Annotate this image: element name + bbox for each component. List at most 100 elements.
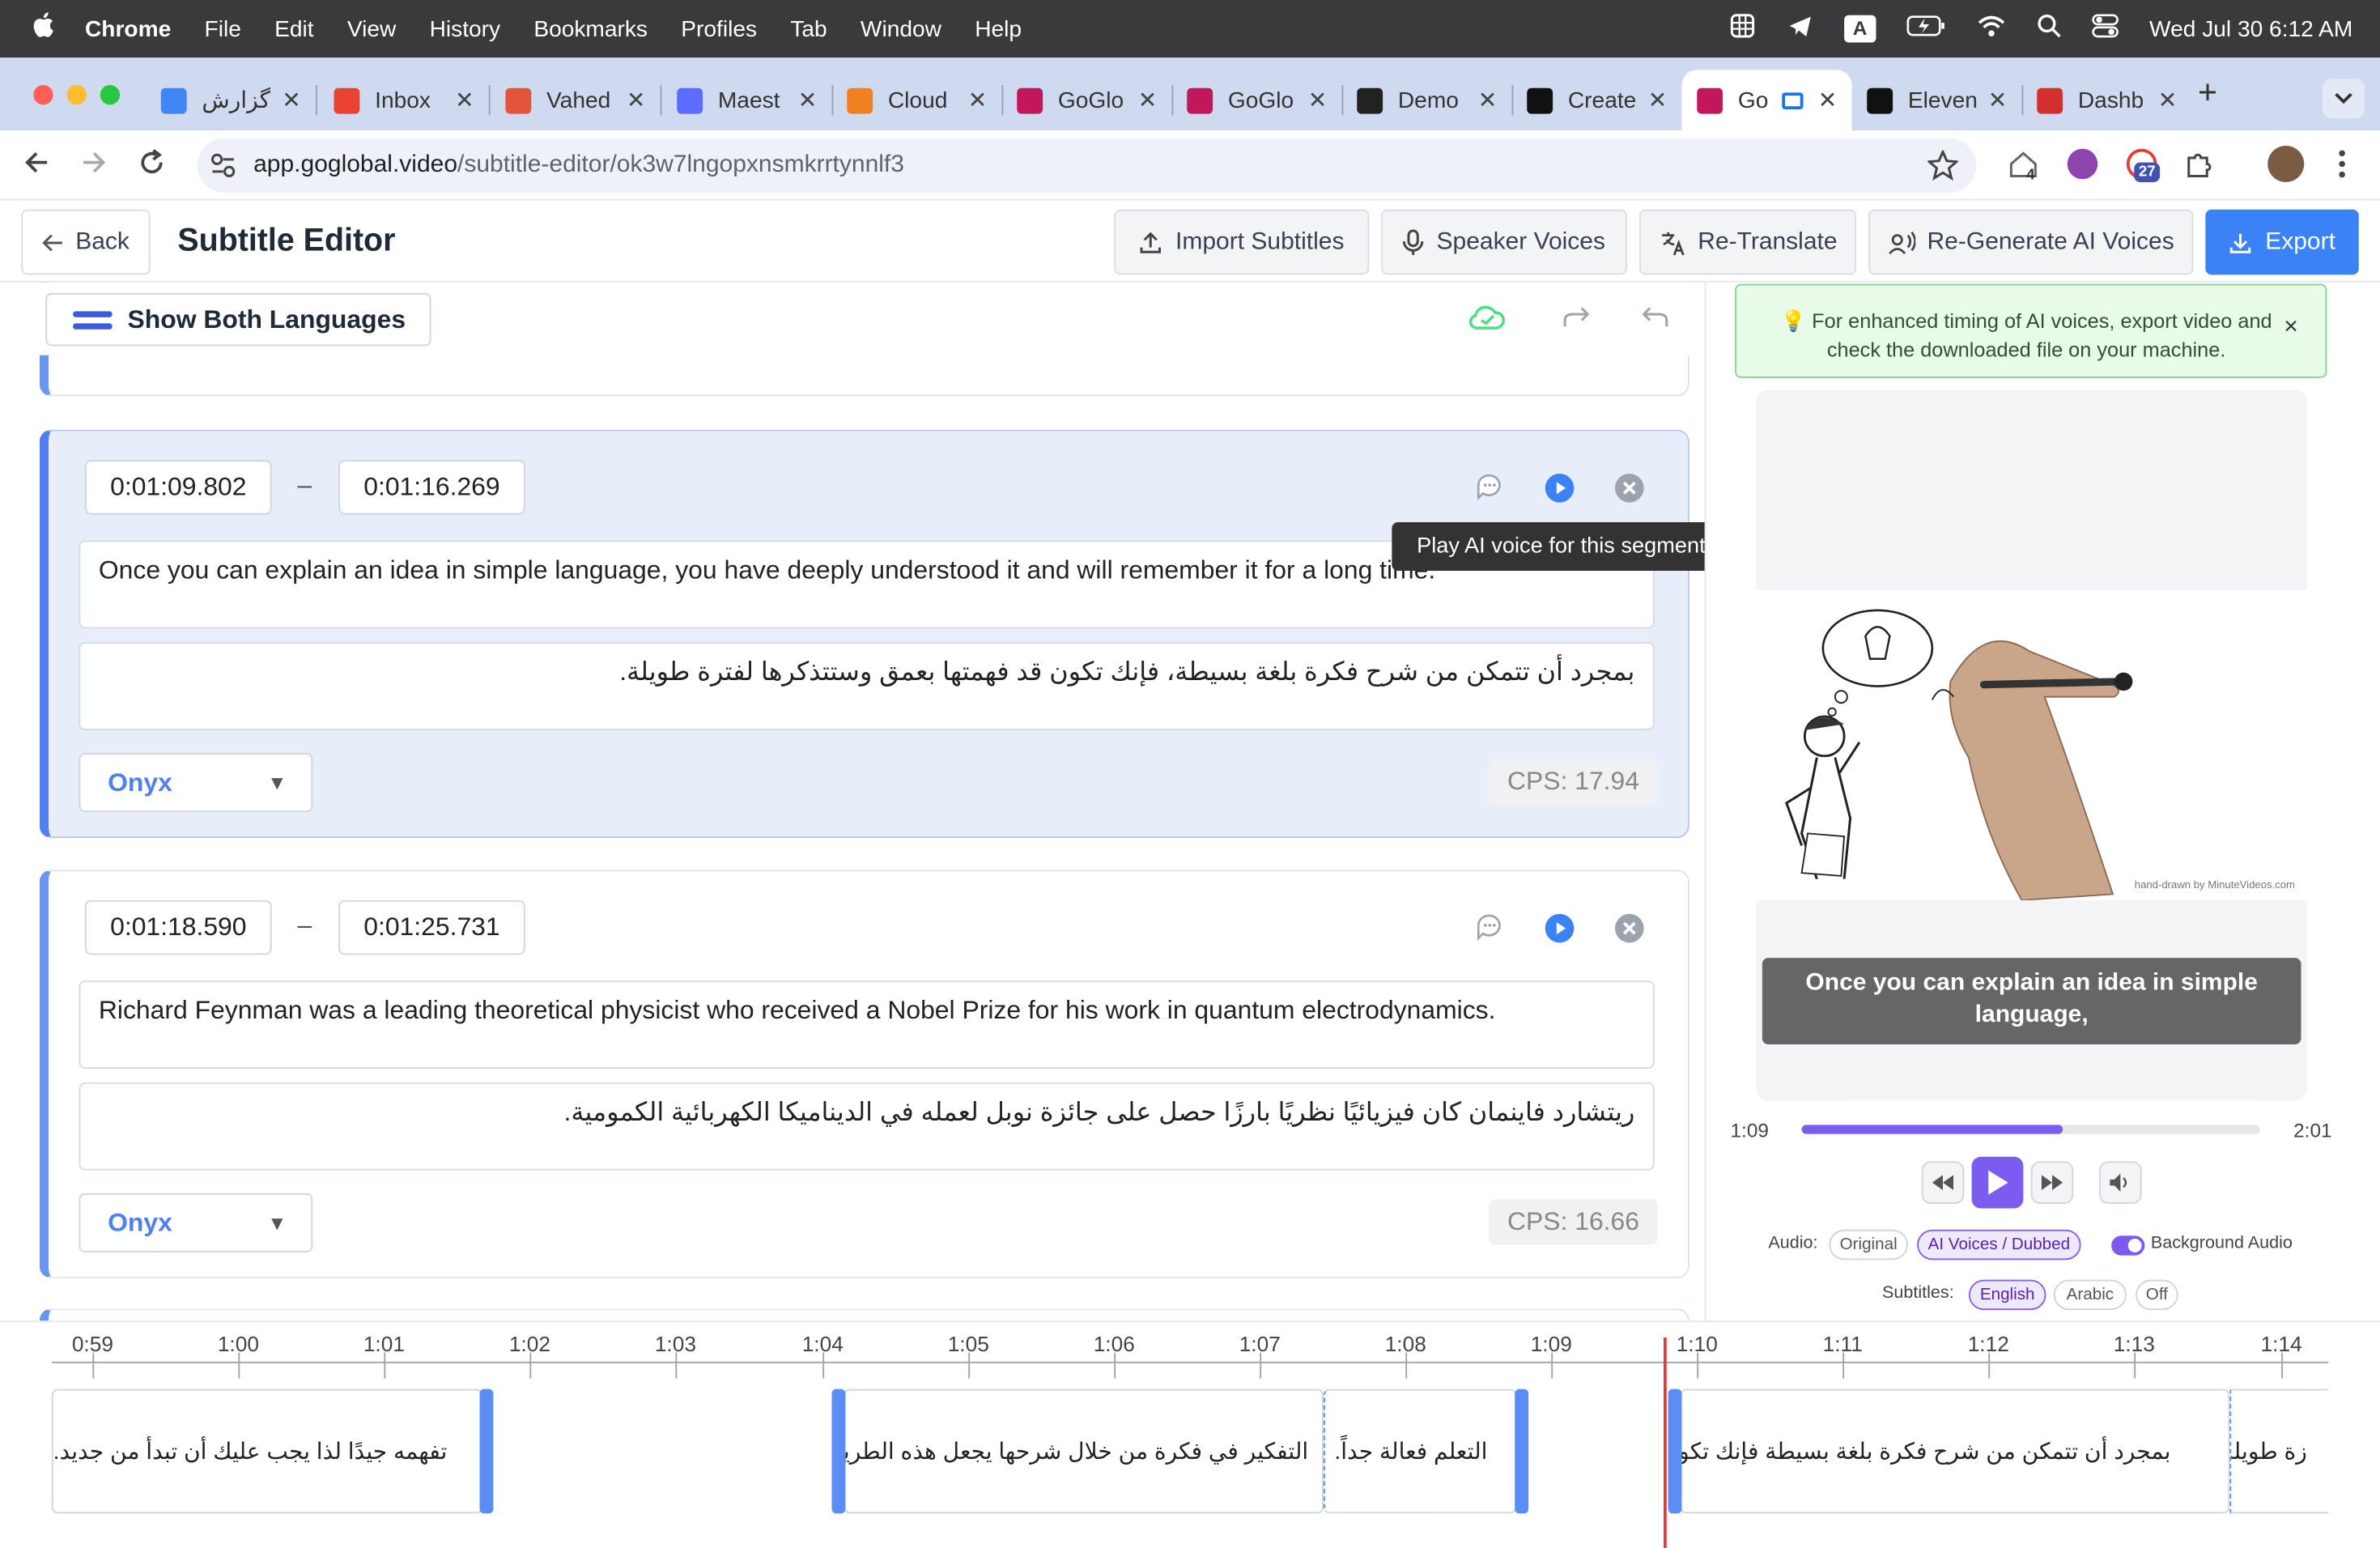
re-translate-button[interactable]: Re-Translate: [1639, 209, 1857, 275]
browser-tab[interactable]: Go ✕: [1681, 70, 1852, 131]
browser-tab[interactable]: Eleven ✕: [1852, 70, 2022, 130]
browser-tab[interactable]: Vahed ✕: [491, 70, 661, 130]
extensions-puzzle-icon[interactable]: [2184, 149, 2215, 187]
tab-close-icon[interactable]: ✕: [1986, 87, 2010, 114]
bookmark-star-icon[interactable]: [1926, 148, 1960, 189]
new-tab-plus-icon[interactable]: +: [2198, 73, 2217, 113]
redo-icon[interactable]: [1563, 307, 1591, 336]
export-button[interactable]: Export: [2205, 209, 2359, 275]
menu-window[interactable]: Window: [861, 16, 941, 42]
segment-start-time-input[interactable]: 0:01:18.590: [85, 899, 272, 955]
timeline-clip[interactable]: التعلم فعالة جداً.: [1324, 1389, 1517, 1514]
apple-menu-icon[interactable]: [31, 11, 58, 47]
menu-history[interactable]: History: [430, 16, 501, 42]
clip-resize-handle[interactable]: [1515, 1389, 1529, 1514]
url-bar[interactable]: app.goglobal.video/subtitle-editor/ok3w7…: [197, 138, 1977, 194]
menu-tab[interactable]: Tab: [790, 16, 827, 42]
menubar-clock[interactable]: Wed Jul 30 6:12 AM: [2149, 16, 2352, 42]
browser-tab[interactable]: Inbox ✕: [319, 70, 489, 130]
regenerate-ai-voices-button[interactable]: Re-Generate AI Voices: [1868, 209, 2194, 275]
video-player[interactable]: hand-drawn by MinuteVideos.com Once you …: [1756, 389, 2307, 1101]
browser-tab[interactable]: Demo ✕: [1342, 70, 1512, 130]
tab-close-icon[interactable]: ✕: [624, 87, 648, 114]
window-minimize-icon[interactable]: [66, 85, 87, 105]
segment-start-time-input[interactable]: 0:01:09.802: [85, 460, 272, 515]
timeline[interactable]: 0:59 1:00 1:01 1:02 1:03 1:04 1:05 1:06 1:07 1:08…: [0, 1320, 2380, 1548]
control-center-icon[interactable]: [2092, 14, 2119, 45]
timeline-clip[interactable]: التفكير في فكرة من خلال شرحها يجعل هذه ا…: [844, 1389, 1324, 1514]
rewind-button[interactable]: [1921, 1161, 1965, 1204]
audio-original-pill[interactable]: Original: [1829, 1229, 1908, 1261]
timeline-clip[interactable]: تفهمه جيدًا لذا يجب عليك أن تبدأ من جديد…: [51, 1389, 483, 1514]
play-segment-voice-icon[interactable]: [1545, 474, 1575, 503]
tab-search-chevron-icon[interactable]: [2322, 79, 2365, 119]
voice-select[interactable]: Onyx ▼: [79, 753, 313, 813]
play-segment-voice-icon[interactable]: [1545, 913, 1575, 943]
browser-tab[interactable]: GoGlo ✕: [1172, 70, 1342, 130]
tab-close-icon[interactable]: ✕: [2156, 87, 2180, 114]
volume-button[interactable]: [2099, 1161, 2142, 1204]
segment-card[interactable]: 0:01:09.802 – 0:01:16.269 Once you can e…: [39, 429, 1689, 838]
voice-select[interactable]: Onyx ▼: [79, 1193, 313, 1252]
profile-avatar[interactable]: [2267, 146, 2305, 182]
background-audio-toggle[interactable]: [2111, 1235, 2145, 1256]
segment-end-time-input[interactable]: 0:01:16.269: [338, 460, 525, 515]
window-zoom-icon[interactable]: [100, 85, 121, 105]
browser-tab[interactable]: Cloud ✕: [832, 70, 1002, 130]
fast-forward-button[interactable]: [2030, 1161, 2074, 1204]
tab-close-icon[interactable]: ✕: [966, 87, 990, 114]
tab-close-icon[interactable]: ✕: [1816, 87, 1840, 114]
menu-file[interactable]: File: [205, 16, 241, 42]
input-source-indicator[interactable]: A: [1843, 15, 1876, 43]
english-text-field[interactable]: Richard Feynman was a leading theoretica…: [79, 980, 1655, 1069]
progress-track[interactable]: [1801, 1125, 2260, 1134]
timeline-clip[interactable]: بمجرد أن تتمكن من شرح فكرة بلغة بسيطة فإ…: [1680, 1389, 2230, 1514]
spotlight-search-icon[interactable]: [2037, 14, 2061, 45]
grid-status-icon[interactable]: [1728, 12, 1756, 45]
tab-close-icon[interactable]: ✕: [1646, 87, 1670, 114]
browser-tab[interactable]: Maest ✕: [662, 70, 832, 130]
delete-segment-icon[interactable]: [1615, 474, 1644, 503]
play-button[interactable]: [1971, 1156, 2024, 1209]
tab-close-icon[interactable]: ✕: [1136, 87, 1160, 114]
close-tip-icon[interactable]: ×: [2284, 313, 2298, 342]
menu-help[interactable]: Help: [975, 16, 1022, 42]
comment-icon[interactable]: [1476, 472, 1505, 508]
wifi-icon[interactable]: [1976, 14, 2007, 45]
tab-close-icon[interactable]: ✕: [1476, 87, 1500, 114]
back-arrow-icon[interactable]: [23, 149, 50, 184]
undo-icon[interactable]: [1641, 307, 1668, 336]
audio-ai-voices-pill[interactable]: AI Voices / Dubbed: [1917, 1229, 2081, 1261]
clip-resize-handle[interactable]: [831, 1389, 846, 1514]
browser-tab[interactable]: Create ✕: [1512, 70, 1682, 130]
clip-resize-handle[interactable]: [479, 1389, 494, 1514]
clip-resize-handle[interactable]: [1668, 1389, 1682, 1514]
arabic-text-field[interactable]: بمجرد أن تتمكن من شرح فكرة بلغة بسيطة، ف…: [79, 642, 1655, 730]
tab-close-icon[interactable]: ✕: [796, 87, 820, 114]
telegram-icon[interactable]: [1786, 12, 1813, 45]
menu-app-chrome[interactable]: Chrome: [85, 16, 171, 42]
tab-close-icon[interactable]: ✕: [279, 87, 304, 114]
subtitle-english-pill[interactable]: English: [1968, 1279, 2046, 1311]
tab-close-icon[interactable]: ✕: [1306, 87, 1330, 114]
battery-icon[interactable]: [1906, 15, 1946, 43]
browser-tab[interactable]: Dashb ✕: [2022, 70, 2192, 130]
subtitle-arabic-pill[interactable]: Arabic: [2053, 1279, 2127, 1311]
timeline-clip[interactable]: زة طويلة.: [2229, 1389, 2329, 1514]
arabic-text-field[interactable]: ريتشارد فاينمان كان فيزيائيًا نظريًا بار…: [79, 1082, 1655, 1171]
extension-purple-icon[interactable]: [2067, 148, 2098, 180]
import-subtitles-button[interactable]: Import Subtitles: [1114, 209, 1370, 275]
forward-arrow-icon[interactable]: [80, 149, 108, 184]
comment-icon[interactable]: [1476, 912, 1505, 949]
site-settings-icon[interactable]: [210, 152, 237, 187]
window-close-icon[interactable]: [33, 85, 53, 105]
subtitle-off-pill[interactable]: Off: [2136, 1279, 2178, 1311]
segment-end-time-input[interactable]: 0:01:25.731: [338, 899, 525, 955]
back-button[interactable]: Back: [21, 209, 151, 275]
menu-bookmarks[interactable]: Bookmarks: [533, 16, 648, 42]
delete-segment-icon[interactable]: [1615, 913, 1644, 943]
browser-tab[interactable]: گزارش ✕: [146, 70, 316, 130]
speaker-voices-button[interactable]: Speaker Voices: [1381, 209, 1627, 275]
tab-close-icon[interactable]: ✕: [453, 87, 477, 114]
cloud-saved-icon[interactable]: [1468, 304, 1506, 338]
